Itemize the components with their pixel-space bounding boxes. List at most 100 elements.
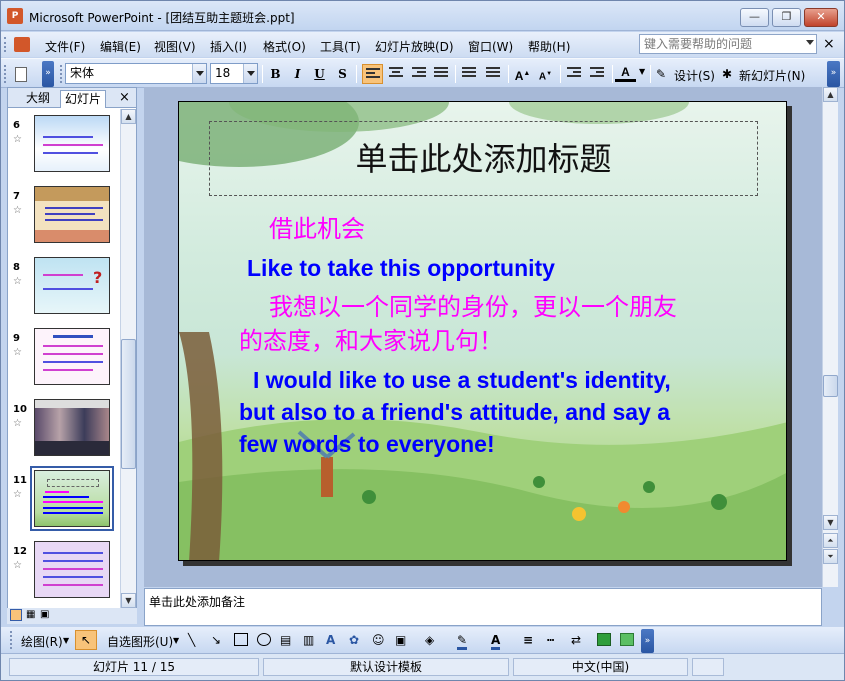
line-color-icon[interactable]: ✎ bbox=[457, 633, 468, 650]
textbox-tool-icon[interactable]: ▤ bbox=[280, 633, 291, 647]
menu-slideshow[interactable]: 幻灯片放映(D) bbox=[375, 38, 454, 55]
previous-slide-icon[interactable]: ⏶ bbox=[823, 533, 838, 548]
3d-style-icon[interactable] bbox=[620, 633, 634, 646]
slides-scrollbar[interactable]: ▲ ▼ bbox=[120, 109, 136, 608]
decrease-font-button[interactable]: A▼ bbox=[535, 64, 556, 84]
restore-button[interactable]: ❐ bbox=[772, 8, 801, 27]
scrollbar-thumb[interactable] bbox=[121, 339, 136, 469]
align-left-button[interactable] bbox=[362, 64, 383, 84]
document-icon[interactable] bbox=[14, 37, 30, 52]
english-text-2-line1[interactable]: I would like to use a student's identity… bbox=[253, 364, 671, 396]
menu-help[interactable]: 帮助(H) bbox=[528, 38, 570, 55]
select-pointer-icon[interactable]: ↖ bbox=[75, 630, 97, 650]
minimize-button[interactable]: — bbox=[740, 8, 769, 27]
normal-view-icon[interactable] bbox=[10, 609, 22, 621]
shadow-button[interactable]: S bbox=[332, 64, 353, 84]
distribute-icon[interactable] bbox=[434, 67, 448, 80]
notes-pane[interactable]: 单击此处添加备注 bbox=[144, 588, 822, 626]
slide-thumbnail[interactable] bbox=[34, 328, 110, 385]
document-close-button[interactable]: × bbox=[823, 36, 835, 52]
line-style-icon[interactable]: ≡ bbox=[523, 633, 533, 647]
chevron-down-icon[interactable] bbox=[243, 64, 257, 83]
underline-button[interactable]: U bbox=[309, 64, 330, 84]
scroll-down-icon[interactable]: ▼ bbox=[121, 593, 136, 608]
slide-thumbnail[interactable] bbox=[34, 115, 110, 172]
chinese-text-2-line1[interactable]: 我想以一个同学的身份，更以一个朋友 bbox=[269, 290, 677, 324]
font-size-select[interactable]: 18 bbox=[210, 63, 258, 84]
new-slide-icon[interactable]: ✱ bbox=[722, 67, 732, 81]
chinese-text-2-line2[interactable]: 的态度，和大家说几句！ bbox=[239, 324, 503, 358]
powerpoint-icon[interactable]: P bbox=[7, 8, 23, 24]
chevron-down-icon[interactable]: ▼ bbox=[63, 636, 69, 645]
fill-color-icon[interactable]: ◈ bbox=[425, 633, 434, 647]
wordart-icon[interactable]: A bbox=[326, 633, 335, 647]
menu-tools[interactable]: 工具(T) bbox=[320, 38, 361, 55]
slideshow-view-icon[interactable]: ▣ bbox=[40, 609, 49, 620]
chevron-down-icon[interactable] bbox=[192, 64, 206, 83]
toolbar-grip[interactable] bbox=[4, 65, 7, 83]
chevron-down-icon[interactable]: ▼ bbox=[173, 636, 179, 645]
scroll-up-icon[interactable]: ▲ bbox=[823, 87, 838, 102]
slide-sorter-icon[interactable]: ▦ bbox=[26, 609, 35, 620]
new-document-icon[interactable] bbox=[15, 67, 27, 82]
next-slide-icon[interactable]: ⏷ bbox=[823, 549, 838, 564]
panel-close-button[interactable]: × bbox=[119, 90, 130, 105]
bold-button[interactable]: B bbox=[265, 64, 286, 84]
tab-outline[interactable]: 大纲 bbox=[22, 90, 54, 108]
clipart-icon[interactable]: ☺ bbox=[372, 633, 385, 647]
rectangle-tool-icon[interactable] bbox=[234, 633, 248, 646]
design-button[interactable]: 设计(S) bbox=[674, 67, 715, 84]
tab-slides[interactable]: 幻灯片 bbox=[60, 90, 107, 108]
help-search-input[interactable]: 键入需要帮助的问题 bbox=[639, 34, 817, 54]
font-name-select[interactable]: 宋体 bbox=[65, 63, 207, 84]
toolbar-options-icon[interactable]: » bbox=[827, 61, 840, 87]
arrow-style-icon[interactable]: ⇄ bbox=[571, 633, 581, 647]
draw-menu-button[interactable]: 绘图(R) bbox=[21, 633, 63, 650]
slide-thumbnail[interactable]: ? bbox=[34, 257, 110, 314]
menu-file[interactable]: 文件(F) bbox=[45, 38, 85, 55]
menu-format[interactable]: 格式(O) bbox=[263, 38, 306, 55]
increase-font-button[interactable]: A▲ bbox=[512, 64, 533, 84]
insert-picture-icon[interactable]: ▣ bbox=[395, 633, 406, 647]
numbering-icon[interactable] bbox=[462, 67, 476, 80]
italic-button[interactable]: I bbox=[287, 64, 308, 84]
new-slide-button[interactable]: 新幻灯片(N) bbox=[739, 67, 805, 84]
autoshapes-button[interactable]: 自选图形(U) bbox=[107, 633, 173, 650]
oval-tool-icon[interactable] bbox=[257, 633, 271, 646]
scroll-down-icon[interactable]: ▼ bbox=[823, 515, 838, 530]
vertical-textbox-icon[interactable]: ▥ bbox=[303, 633, 314, 647]
arrow-tool-icon[interactable]: ↘ bbox=[211, 633, 221, 647]
align-center-icon[interactable] bbox=[389, 67, 403, 80]
dash-style-icon[interactable]: ┅ bbox=[547, 633, 554, 647]
decrease-indent-icon[interactable] bbox=[567, 67, 581, 80]
english-text-1[interactable]: Like to take this opportunity bbox=[247, 252, 555, 284]
design-icon[interactable]: ✎ bbox=[656, 67, 666, 81]
menu-insert[interactable]: 插入(I) bbox=[210, 38, 247, 55]
menu-edit[interactable]: 编辑(E) bbox=[100, 38, 141, 55]
font-color-icon[interactable]: A bbox=[491, 633, 501, 650]
align-right-icon[interactable] bbox=[412, 67, 426, 80]
chinese-text-1[interactable]: 借此机会 bbox=[269, 212, 365, 246]
font-color-button[interactable]: A bbox=[615, 64, 636, 82]
chevron-down-icon[interactable]: ▼ bbox=[639, 67, 645, 76]
close-button[interactable]: ✕ bbox=[804, 8, 838, 27]
menu-view[interactable]: 视图(V) bbox=[154, 38, 196, 55]
slide-thumbnail[interactable] bbox=[34, 541, 110, 598]
toolbar-options-icon[interactable]: » bbox=[641, 629, 654, 653]
current-slide[interactable]: 单击此处添加标题 借此机会 Like to take this opportun… bbox=[178, 101, 787, 561]
toolbar-grip[interactable] bbox=[60, 65, 63, 83]
title-placeholder[interactable]: 单击此处添加标题 bbox=[209, 121, 758, 196]
slide-thumbnail[interactable] bbox=[34, 399, 110, 456]
toolbar-grip[interactable] bbox=[10, 631, 13, 649]
scroll-up-icon[interactable]: ▲ bbox=[121, 109, 136, 124]
toolbar-options-icon[interactable]: » bbox=[42, 61, 54, 87]
line-tool-icon[interactable]: ╲ bbox=[188, 633, 195, 647]
toolbar-grip[interactable] bbox=[4, 37, 7, 52]
menu-window[interactable]: 窗口(W) bbox=[468, 38, 513, 55]
chevron-down-icon[interactable] bbox=[806, 40, 814, 45]
bullets-icon[interactable] bbox=[486, 67, 500, 80]
increase-indent-icon[interactable] bbox=[590, 67, 604, 80]
slide-scrollbar[interactable]: ▲ ▼ ⏶ ⏷ bbox=[822, 87, 838, 587]
scrollbar-thumb[interactable] bbox=[823, 375, 838, 397]
shadow-style-icon[interactable] bbox=[597, 633, 611, 646]
